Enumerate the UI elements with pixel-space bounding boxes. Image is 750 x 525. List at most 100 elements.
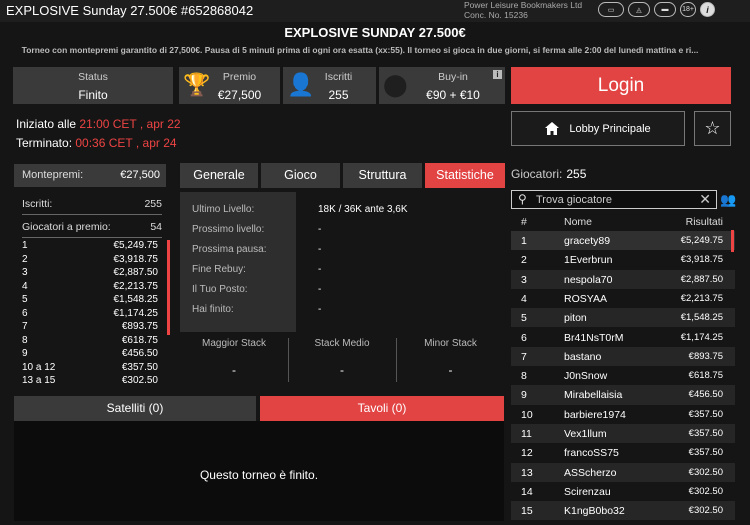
tab-general[interactable]: Generale (180, 163, 258, 188)
start-time-value: 21:00 CET , apr 22 (79, 117, 181, 131)
largest-stack-label: Maggior Stack (202, 338, 266, 349)
payout-place: 10 a 12 (22, 361, 56, 373)
status-box: Status Finito (13, 67, 173, 104)
tab-structure[interactable]: Struttura (343, 163, 422, 188)
window-title: EXPLOSIVE Sunday 27.500€ #652868042 (6, 3, 254, 18)
tab-satellites[interactable]: Satelliti (0) (14, 396, 256, 421)
payout-row: 4 €2,213.75 (22, 281, 158, 295)
gaming-icon[interactable]: ▬ (654, 2, 676, 17)
payout-place: 7 (22, 321, 28, 332)
table-row[interactable]: 4 ROSYAA €2,213.75 (511, 289, 735, 308)
next-break-value: - (318, 244, 322, 255)
row-num: 10 (521, 408, 533, 421)
gambling-icon[interactable]: ▭ (598, 2, 624, 17)
payout-scrollbar[interactable] (167, 240, 170, 335)
friends-icon[interactable]: 👥 (720, 192, 736, 208)
entrants-label: Iscritti (324, 71, 353, 83)
payout-row: 5 €1,548.25 (22, 294, 158, 308)
largest-stack: Maggior Stack - (180, 332, 288, 388)
main-lobby-button[interactable]: Lobby Principale (511, 111, 685, 146)
payout-amount: €456.50 (121, 348, 158, 359)
table-row[interactable]: 10 barbiere1974 €357.50 (511, 405, 735, 424)
table-row[interactable]: 13 ASScherzo €302.50 (511, 462, 735, 482)
col-name[interactable]: Nome (564, 216, 592, 228)
smallest-stack-label: Minor Stack (424, 338, 477, 349)
payout-place: 3 (22, 267, 28, 278)
row-name: gracety89 (564, 235, 611, 247)
favorite-star-icon[interactable]: ☆ (694, 111, 731, 146)
row-num: 8 (521, 370, 527, 383)
payout-amount: €357.50 (121, 361, 158, 373)
row-result: €302.50 (688, 485, 723, 497)
tab-tables[interactable]: Tavoli (0) (260, 396, 504, 421)
col-num: # (521, 216, 527, 228)
payout-amount: €5,249.75 (113, 240, 159, 251)
tab-game[interactable]: Gioco (261, 163, 340, 188)
row-name: Vex1llum (564, 428, 607, 440)
payout-place: 4 (22, 280, 28, 292)
gaming-icon[interactable]: ◬ (628, 2, 650, 17)
payout-amount: €3,918.75 (113, 253, 159, 265)
prize-pool-header: Montepremi: €27,500 (14, 164, 166, 187)
row-num: 4 (521, 292, 527, 305)
title-bar: EXPLOSIVE Sunday 27.500€ #652868042 Powe… (0, 0, 750, 22)
rebuy-end-value: - (318, 264, 322, 275)
players-table-header: # Nome Risultati (511, 213, 735, 230)
row-result: €1,548.25 (680, 312, 723, 324)
table-row[interactable]: 1 gracety89 €5,249.75 (511, 231, 735, 251)
tab-statistics[interactable]: Statistiche (425, 163, 505, 188)
entrants-box: 👤 Iscritti 255 (283, 67, 376, 104)
table-row[interactable]: 15 K1ngB0bo32 €302.50 (511, 501, 735, 521)
payout-row: 2 €3,918.75 (22, 254, 158, 268)
start-time: Iniziato alle 21:00 CET , apr 22 (16, 117, 181, 131)
payout-amount: €1,174.25 (113, 307, 159, 319)
table-row[interactable]: 3 nespola70 €2,887.50 (511, 269, 735, 289)
payout-list[interactable]: 1 €5,249.75 2 €3,918.75 3 €2,887.50 4 €2,213… (22, 240, 158, 388)
smallest-stack-value: - (448, 363, 453, 377)
table-row[interactable]: 8 J0nSnow €618.75 (511, 366, 735, 385)
row-result: €3,918.75 (680, 254, 723, 266)
buyin-info-icon[interactable]: i (493, 70, 502, 79)
row-name: Mirabellaisia (564, 389, 623, 402)
operator-license: Conc. No. 15236 (464, 10, 528, 20)
average-stack-label: Stack Medio (314, 338, 370, 349)
table-row[interactable]: 5 piton €1,548.25 (511, 308, 735, 328)
player-search-input[interactable] (536, 192, 696, 207)
table-row[interactable]: 11 Vex1llum €357.50 (511, 424, 735, 444)
table-row[interactable]: 12 francoSS75 €357.50 (511, 443, 735, 462)
row-num: 2 (521, 254, 527, 267)
row-num: 11 (521, 428, 532, 440)
main-lobby-label: Lobby Principale (569, 122, 651, 135)
entrants-row: Iscritti: 255 (22, 198, 162, 210)
statistics-panel: Ultimo Livello: 18K / 36K ante 3,6K Pros… (180, 192, 505, 332)
payout-row: 10 a 12 €357.50 (22, 362, 158, 376)
row-result: €1,174.25 (680, 331, 723, 343)
table-row[interactable]: 7 bastano €893.75 (511, 346, 735, 367)
divider (22, 214, 162, 215)
end-time-label: Terminato: (16, 136, 73, 150)
table-row[interactable]: 9 Mirabellaisia €456.50 (511, 385, 735, 405)
end-time-value: 00:36 CET , apr 24 (75, 136, 177, 150)
clear-search-icon[interactable]: ✕ (699, 191, 711, 208)
table-row[interactable]: 6 Br41NsT0rM €1,174.25 (511, 328, 735, 347)
info-icon[interactable]: i (700, 2, 715, 17)
players-scrollbar[interactable] (731, 230, 734, 252)
finished-value: - (318, 304, 322, 315)
col-result[interactable]: Risultati (686, 216, 723, 228)
search-icon: ⚲ (518, 192, 527, 206)
next-level-value: - (318, 224, 322, 235)
prize-label: Premio (222, 71, 257, 83)
row-result: €2,887.50 (680, 273, 723, 285)
login-button[interactable]: Login (511, 67, 731, 104)
row-result: €302.50 (688, 505, 723, 517)
table-row[interactable]: 14 Scirenzau €302.50 (511, 482, 735, 501)
payout-row: 7 €893.75 (22, 321, 158, 335)
row-result: €357.50 (688, 408, 723, 420)
payout-amount: €2,887.50 (113, 267, 159, 278)
row-name: francoSS75 (564, 447, 619, 460)
row-name: piton (564, 312, 587, 325)
payout-amount: €302.50 (121, 375, 158, 386)
payout-amount: €893.75 (121, 321, 158, 332)
payout-place: 6 (22, 307, 28, 319)
table-row[interactable]: 2 1Everbrun €3,918.75 (511, 250, 735, 269)
